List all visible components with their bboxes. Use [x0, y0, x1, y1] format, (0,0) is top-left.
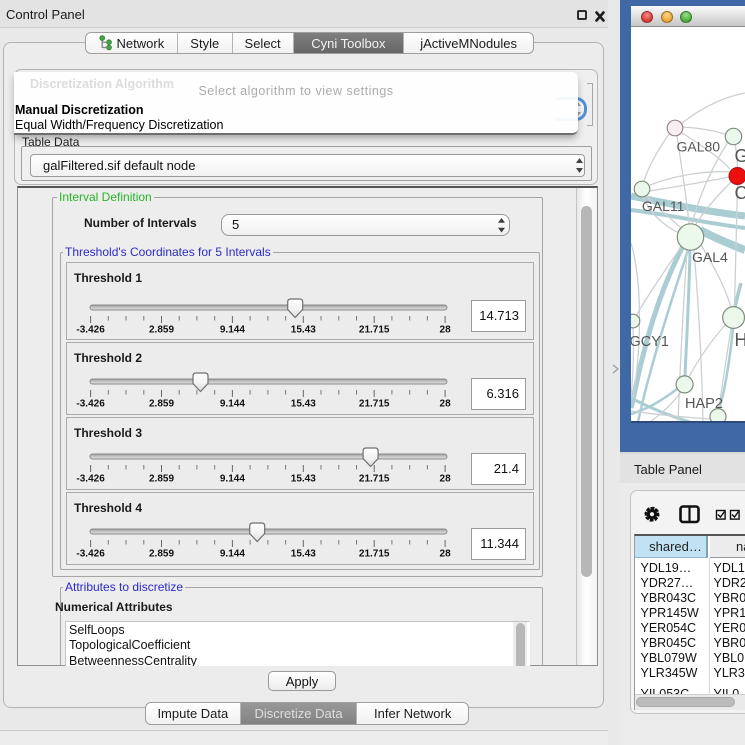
svg-text:-3.426: -3.426: [76, 549, 105, 560]
svg-text:9.144: 9.144: [220, 474, 245, 485]
svg-text:15.43: 15.43: [291, 325, 316, 336]
svg-text:28: 28: [440, 549, 452, 560]
svg-text:G: G: [735, 146, 745, 166]
svg-text:9.144: 9.144: [220, 549, 245, 560]
svg-text:GAL80: GAL80: [677, 139, 721, 155]
svg-text:GAL4: GAL4: [692, 249, 728, 265]
svg-text:2.859: 2.859: [149, 325, 174, 336]
svg-text:15.43: 15.43: [291, 399, 316, 410]
svg-text:H: H: [735, 330, 745, 350]
svg-text:21.715: 21.715: [359, 399, 390, 410]
svg-text:15.43: 15.43: [291, 474, 316, 485]
svg-text:9.144: 9.144: [220, 325, 245, 336]
svg-text:2.859: 2.859: [149, 474, 174, 485]
svg-text:GCY1: GCY1: [631, 334, 669, 350]
svg-text:21.715: 21.715: [359, 549, 390, 560]
svg-text:9.144: 9.144: [220, 399, 245, 410]
svg-text:21.715: 21.715: [359, 325, 390, 336]
svg-text:GAL11: GAL11: [642, 198, 685, 214]
svg-text:28: 28: [440, 325, 452, 336]
svg-text:28: 28: [440, 474, 452, 485]
svg-text:-3.426: -3.426: [76, 474, 105, 485]
svg-text:21.715: 21.715: [359, 474, 390, 485]
svg-text:-3.426: -3.426: [76, 325, 105, 336]
svg-text:HAP2: HAP2: [685, 396, 723, 412]
svg-text:28: 28: [440, 399, 452, 410]
svg-text:2.859: 2.859: [149, 399, 174, 410]
svg-text:-3.426: -3.426: [76, 399, 105, 410]
svg-text:C: C: [735, 183, 745, 203]
svg-text:2.859: 2.859: [149, 549, 174, 560]
svg-text:15.43: 15.43: [291, 549, 316, 560]
